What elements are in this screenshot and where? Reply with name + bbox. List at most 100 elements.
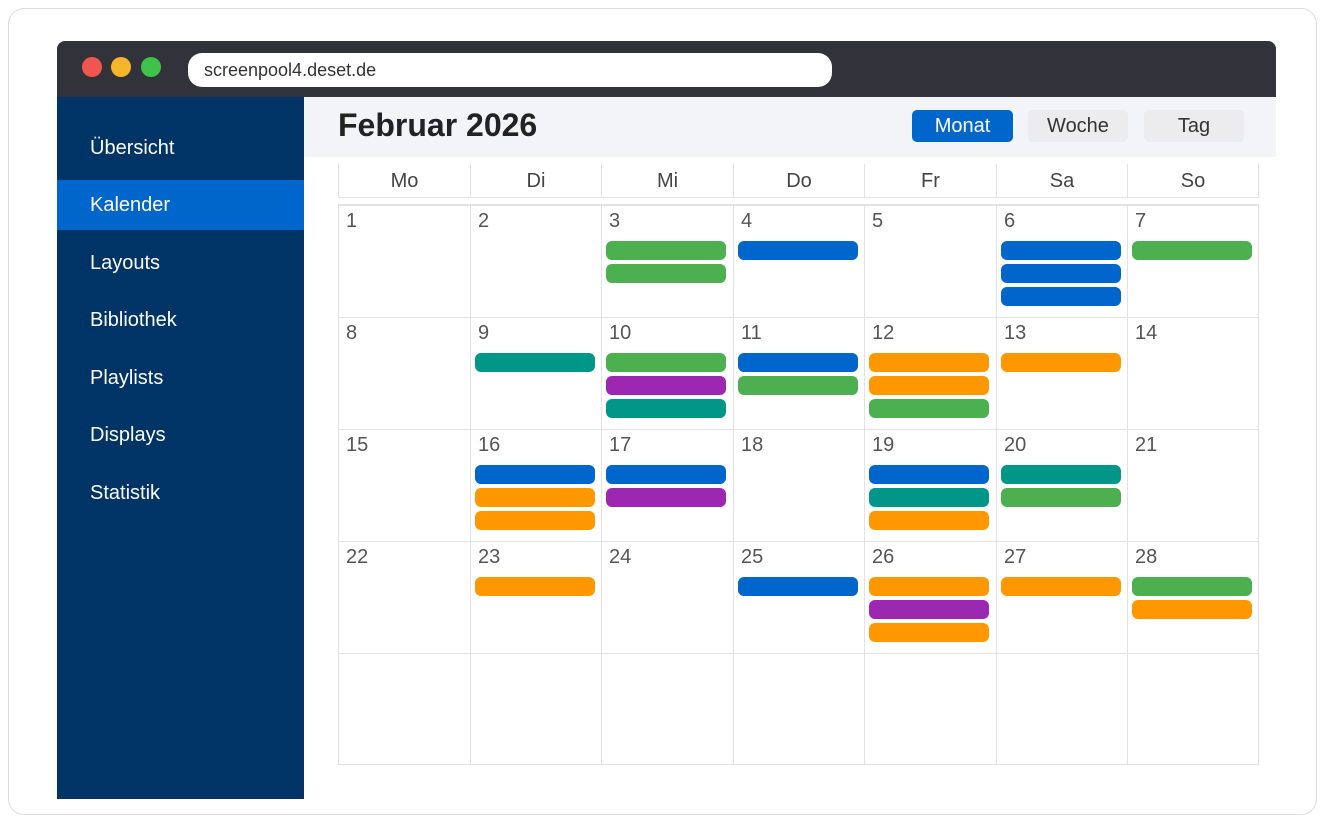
calendar-day-cell[interactable]: 17 bbox=[601, 429, 733, 541]
calendar-event-green[interactable] bbox=[606, 241, 726, 260]
calendar-event-blue[interactable] bbox=[1001, 241, 1121, 260]
calendar-event-orange[interactable] bbox=[869, 353, 989, 372]
calendar-event-green[interactable] bbox=[1132, 241, 1252, 260]
view-week-button[interactable]: Woche bbox=[1028, 110, 1128, 142]
calendar-event-green[interactable] bbox=[1132, 577, 1252, 596]
calendar-day-cell[interactable]: 12 bbox=[864, 317, 996, 429]
calendar-event-blue[interactable] bbox=[738, 577, 858, 596]
calendar-day-cell[interactable]: 15 bbox=[338, 429, 470, 541]
calendar-day-cell[interactable] bbox=[338, 653, 470, 765]
calendar-day-cell[interactable]: 27 bbox=[996, 541, 1127, 653]
day-number: 22 bbox=[346, 546, 369, 568]
day-number: 20 bbox=[1004, 434, 1027, 456]
calendar-event-teal[interactable] bbox=[606, 399, 726, 418]
day-number: 18 bbox=[741, 434, 764, 456]
calendar-day-cell[interactable]: 18 bbox=[733, 429, 864, 541]
sidebar-item-label: Statistik bbox=[90, 482, 161, 504]
calendar-event-orange[interactable] bbox=[475, 577, 595, 596]
calendar-day-cell[interactable]: 24 bbox=[601, 541, 733, 653]
day-number: 8 bbox=[346, 322, 358, 344]
calendar-day-cell[interactable]: 1 bbox=[338, 205, 470, 317]
day-number: 27 bbox=[1004, 546, 1027, 568]
calendar-day-cell[interactable]: 7 bbox=[1127, 205, 1259, 317]
calendar-event-blue[interactable] bbox=[606, 465, 726, 484]
calendar-day-cell[interactable] bbox=[733, 653, 864, 765]
calendar-event-orange[interactable] bbox=[475, 488, 595, 507]
calendar-day-cell[interactable]: 3 bbox=[601, 205, 733, 317]
calendar-event-teal[interactable] bbox=[475, 353, 595, 372]
calendar-event-blue[interactable] bbox=[738, 353, 858, 372]
calendar-day-cell[interactable]: 23 bbox=[470, 541, 601, 653]
calendar-event-green[interactable] bbox=[738, 376, 858, 395]
calendar-event-orange[interactable] bbox=[1132, 600, 1252, 619]
calendar-day-cell[interactable]: 6 bbox=[996, 205, 1127, 317]
calendar-day-cell[interactable]: 22 bbox=[338, 541, 470, 653]
calendar-event-orange[interactable] bbox=[1001, 353, 1121, 372]
view-month-button[interactable]: Monat bbox=[912, 110, 1013, 142]
day-number: 10 bbox=[609, 322, 632, 344]
sidebar-item-bibliothek[interactable]: Bibliothek bbox=[57, 295, 304, 345]
sidebar-item-uebersicht[interactable]: Übersicht bbox=[57, 123, 304, 173]
sidebar-item-statistik[interactable]: Statistik bbox=[57, 468, 304, 518]
calendar-day-cell[interactable]: 28 bbox=[1127, 541, 1259, 653]
calendar-day-cell[interactable] bbox=[470, 653, 601, 765]
calendar-event-purple[interactable] bbox=[869, 600, 989, 619]
calendar-day-cell[interactable]: 16 bbox=[470, 429, 601, 541]
day-number: 1 bbox=[346, 210, 358, 232]
page-title: Februar 2026 bbox=[338, 107, 538, 143]
calendar-event-teal[interactable] bbox=[869, 488, 989, 507]
address-bar[interactable]: screenpool4.deset.de bbox=[188, 53, 832, 87]
calendar-event-green[interactable] bbox=[606, 264, 726, 283]
sidebar-item-displays[interactable]: Displays bbox=[57, 410, 304, 460]
calendar-event-orange[interactable] bbox=[869, 376, 989, 395]
calendar-day-cell[interactable]: 2 bbox=[470, 205, 601, 317]
calendar-event-blue[interactable] bbox=[475, 465, 595, 484]
calendar-event-orange[interactable] bbox=[1001, 577, 1121, 596]
calendar-event-blue[interactable] bbox=[738, 241, 858, 260]
view-day-button[interactable]: Tag bbox=[1144, 110, 1244, 142]
calendar-event-orange[interactable] bbox=[869, 577, 989, 596]
calendar-toolbar: Februar 2026 Monat Woche Tag bbox=[304, 97, 1276, 157]
calendar-day-cell[interactable] bbox=[996, 653, 1127, 765]
calendar-day-cell[interactable]: 20 bbox=[996, 429, 1127, 541]
day-number: 15 bbox=[346, 434, 369, 456]
calendar-event-teal[interactable] bbox=[1001, 465, 1121, 484]
calendar-day-cell[interactable]: 10 bbox=[601, 317, 733, 429]
sidebar-item-label: Übersicht bbox=[90, 137, 175, 159]
calendar-event-green[interactable] bbox=[869, 399, 989, 418]
calendar-day-cell[interactable]: 9 bbox=[470, 317, 601, 429]
calendar-day-cell[interactable] bbox=[601, 653, 733, 765]
calendar-event-purple[interactable] bbox=[606, 488, 726, 507]
calendar-day-cell[interactable] bbox=[864, 653, 996, 765]
day-number: 6 bbox=[1004, 210, 1016, 232]
calendar-day-cell[interactable]: 4 bbox=[733, 205, 864, 317]
calendar-day-cell[interactable]: 25 bbox=[733, 541, 864, 653]
calendar-day-cell[interactable] bbox=[1127, 653, 1259, 765]
sidebar-item-kalender[interactable]: Kalender bbox=[57, 180, 304, 230]
calendar-event-purple[interactable] bbox=[606, 376, 726, 395]
calendar-event-orange[interactable] bbox=[869, 623, 989, 642]
calendar-day-cell[interactable]: 11 bbox=[733, 317, 864, 429]
close-window-dot-icon[interactable] bbox=[82, 57, 102, 77]
calendar-event-green[interactable] bbox=[1001, 488, 1121, 507]
day-number: 26 bbox=[872, 546, 895, 568]
calendar-day-cell[interactable]: 14 bbox=[1127, 317, 1259, 429]
calendar-day-cell[interactable]: 21 bbox=[1127, 429, 1259, 541]
calendar-event-orange[interactable] bbox=[869, 511, 989, 530]
calendar-day-cell[interactable]: 5 bbox=[864, 205, 996, 317]
calendar-event-green[interactable] bbox=[606, 353, 726, 372]
sidebar-item-layouts[interactable]: Layouts bbox=[57, 238, 304, 288]
calendar-day-cell[interactable]: 8 bbox=[338, 317, 470, 429]
calendar-event-orange[interactable] bbox=[475, 511, 595, 530]
maximize-window-dot-icon[interactable] bbox=[141, 57, 161, 77]
calendar-day-cell[interactable]: 19 bbox=[864, 429, 996, 541]
calendar-event-blue[interactable] bbox=[1001, 264, 1121, 283]
calendar-day-cell[interactable]: 26 bbox=[864, 541, 996, 653]
calendar-event-blue[interactable] bbox=[1001, 287, 1121, 306]
calendar-day-cell[interactable]: 13 bbox=[996, 317, 1127, 429]
calendar-event-blue[interactable] bbox=[869, 465, 989, 484]
sidebar-item-playlists[interactable]: Playlists bbox=[57, 353, 304, 403]
day-number: 13 bbox=[1004, 322, 1027, 344]
minimize-window-dot-icon[interactable] bbox=[111, 57, 131, 77]
day-number: 19 bbox=[872, 434, 895, 456]
